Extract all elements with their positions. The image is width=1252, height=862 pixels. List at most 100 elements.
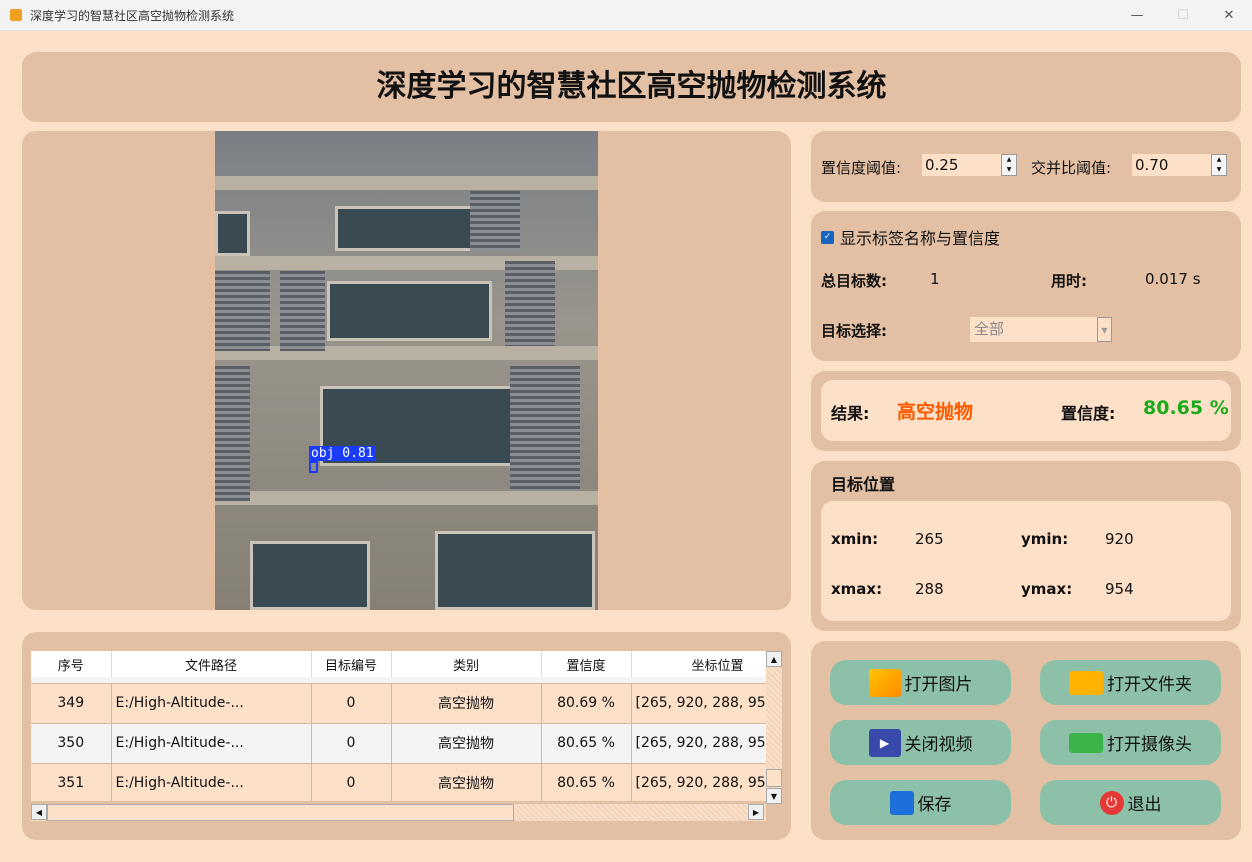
minimize-button[interactable]: — xyxy=(1114,0,1160,30)
scroll-down-icon[interactable]: ▼ xyxy=(766,788,782,804)
cell: E:/High-Altitude-... xyxy=(111,763,312,801)
cell: 高空抛物 xyxy=(391,763,542,801)
iou-threshold-label: 交并比阈值: xyxy=(1031,159,1112,177)
cell: 80.65 % xyxy=(541,763,632,801)
image-icon xyxy=(868,668,901,697)
horizontal-scrollbar[interactable]: ◀ ▶ xyxy=(31,804,766,821)
exit-label: 退出 xyxy=(1127,795,1162,815)
conf-threshold-spinbox[interactable]: 0.25 ▲ ▼ xyxy=(922,154,1017,176)
results-table-panel: 序号 文件路径 目标编号 类别 置信度 坐标位置 349 E:/High-Alti… xyxy=(22,632,791,840)
col-coords[interactable]: 坐标位置 xyxy=(631,651,766,677)
show-label-text: 显示标签名称与置信度 xyxy=(840,229,1001,248)
cell: [265, 920, 288, 954] xyxy=(631,683,766,724)
cell: 351 xyxy=(31,763,112,801)
vertical-scrollbar[interactable]: ▲ ▼ xyxy=(766,651,782,804)
scroll-right-icon[interactable]: ▶ xyxy=(748,804,764,820)
results-table[interactable]: 序号 文件路径 目标编号 类别 置信度 坐标位置 349 E:/High-Alti… xyxy=(31,651,766,801)
cell: 350 xyxy=(31,723,112,764)
table-row[interactable]: 350 E:/High-Altitude-... 0 高空抛物 80.65 % [265,… xyxy=(31,723,766,764)
col-path[interactable]: 文件路径 xyxy=(111,651,312,677)
cell: 349 xyxy=(31,683,112,724)
page-title: 深度学习的智慧社区高空抛物检测系统 xyxy=(376,69,887,104)
target-select-value: 全部 xyxy=(974,320,1005,338)
title-bar: 深度学习的智慧社区高空抛物检测系统 — ☐ ✕ xyxy=(0,0,1252,31)
conf-threshold-value: 0.25 xyxy=(925,156,959,174)
open-image-label: 打开图片 xyxy=(904,675,973,695)
detection-image: obj 0.81 xyxy=(215,131,598,610)
info-panel: ✓ 显示标签名称与置信度 总目标数: 1 用时: 0.017 s 目标选择: 全… xyxy=(811,211,1241,361)
iou-threshold-value: 0.70 xyxy=(1135,156,1169,174)
cell: 0 xyxy=(311,683,392,724)
open-camera-button[interactable]: 打开摄像头 xyxy=(1040,720,1221,765)
scroll-left-icon[interactable]: ◀ xyxy=(31,804,47,820)
time-label: 用时: xyxy=(1051,272,1087,290)
col-target-id[interactable]: 目标编号 xyxy=(311,651,392,677)
time-value: 0.017 s xyxy=(1145,270,1201,288)
ymax-label: ymax: xyxy=(1021,580,1073,598)
target-select-label: 目标选择: xyxy=(821,322,887,340)
image-panel: obj 0.81 xyxy=(22,131,791,610)
result-panel: 结果: 高空抛物 置信度: 80.65 % xyxy=(811,371,1241,451)
cell: E:/High-Altitude-... xyxy=(111,723,312,764)
video-icon: ▶ xyxy=(868,728,901,757)
horizontal-scroll-thumb[interactable] xyxy=(47,804,514,821)
cell: E:/High-Altitude-... xyxy=(111,683,312,724)
spin-arrows-icon[interactable]: ▲ ▼ xyxy=(1001,154,1017,176)
ymin-value: 920 xyxy=(1105,530,1134,548)
actions-panel: 打开图片 打开文件夹 ▶ 关闭视频 打开摄像头 保存 ⏻ 退出 xyxy=(811,641,1241,840)
position-title: 目标位置 xyxy=(831,475,896,494)
result-label: 结果: xyxy=(831,404,870,423)
close-video-button[interactable]: ▶ 关闭视频 xyxy=(830,720,1011,765)
spin-arrows-icon[interactable]: ▲ ▼ xyxy=(1211,154,1227,176)
open-camera-label: 打开摄像头 xyxy=(1107,735,1192,755)
ymax-value: 954 xyxy=(1105,580,1134,598)
table-row[interactable]: 349 E:/High-Altitude-... 0 高空抛物 80.69 % [265,… xyxy=(31,683,766,724)
xmax-label: xmax: xyxy=(831,580,883,598)
col-class[interactable]: 类别 xyxy=(391,651,542,677)
position-panel: 目标位置 xmin: 265 ymin: 920 xmax: 288 ymax:… xyxy=(811,461,1241,631)
detection-box: obj 0.81 xyxy=(309,446,376,473)
total-targets-label: 总目标数: xyxy=(821,272,887,290)
params-panel: 置信度阈值: 0.25 ▲ ▼ 交并比阈值: 0.70 ▲ ▼ xyxy=(811,131,1241,202)
cell: 0 xyxy=(311,723,392,764)
col-index[interactable]: 序号 xyxy=(31,651,112,677)
col-confidence[interactable]: 置信度 xyxy=(541,651,632,677)
result-confidence-label: 置信度: xyxy=(1061,404,1116,423)
cell: 高空抛物 xyxy=(391,683,542,724)
close-button[interactable]: ✕ xyxy=(1206,0,1252,30)
result-confidence-value: 80.65 % xyxy=(1143,397,1229,419)
detection-label: obj 0.81 xyxy=(309,446,376,461)
save-button[interactable]: 保存 xyxy=(830,780,1011,825)
exit-button[interactable]: ⏻ 退出 xyxy=(1040,780,1221,825)
table-header: 序号 文件路径 目标编号 类别 置信度 坐标位置 xyxy=(31,651,766,677)
cell: 80.69 % xyxy=(541,683,632,724)
iou-threshold-spinbox[interactable]: 0.70 ▲ ▼ xyxy=(1132,154,1227,176)
vertical-scroll-thumb[interactable] xyxy=(766,769,782,787)
chevron-down-icon[interactable]: ▼ xyxy=(1097,317,1112,342)
show-label-checkbox[interactable]: ✓ 显示标签名称与置信度 xyxy=(821,225,1000,249)
save-label: 保存 xyxy=(917,795,952,815)
save-icon xyxy=(889,790,914,815)
xmax-value: 288 xyxy=(915,580,944,598)
app-icon xyxy=(10,9,22,21)
folder-icon xyxy=(1069,670,1103,695)
cell: 高空抛物 xyxy=(391,723,542,764)
cell: [265, 920, 288, 954] xyxy=(631,723,766,764)
target-select-dropdown[interactable]: 全部 ▼ xyxy=(970,317,1112,342)
xmin-label: xmin: xyxy=(831,530,879,548)
close-video-label: 关闭视频 xyxy=(904,735,973,755)
xmin-value: 265 xyxy=(915,530,944,548)
result-value: 高空抛物 xyxy=(897,401,974,423)
camera-icon xyxy=(1069,732,1103,753)
cell: 80.65 % xyxy=(541,723,632,764)
open-image-button[interactable]: 打开图片 xyxy=(830,660,1011,705)
open-folder-button[interactable]: 打开文件夹 xyxy=(1040,660,1221,705)
window-title: 深度学习的智慧社区高空抛物检测系统 xyxy=(30,8,235,23)
table-row[interactable]: 351 E:/High-Altitude-... 0 高空抛物 80.65 % [265,… xyxy=(31,763,766,801)
scroll-up-icon[interactable]: ▲ xyxy=(766,651,782,667)
conf-threshold-label: 置信度阈值: xyxy=(821,159,902,177)
maximize-button[interactable]: ☐ xyxy=(1160,0,1206,30)
total-targets-value: 1 xyxy=(930,270,940,288)
checkbox-checked-icon[interactable]: ✓ xyxy=(821,230,834,244)
cell: 0 xyxy=(311,763,392,801)
